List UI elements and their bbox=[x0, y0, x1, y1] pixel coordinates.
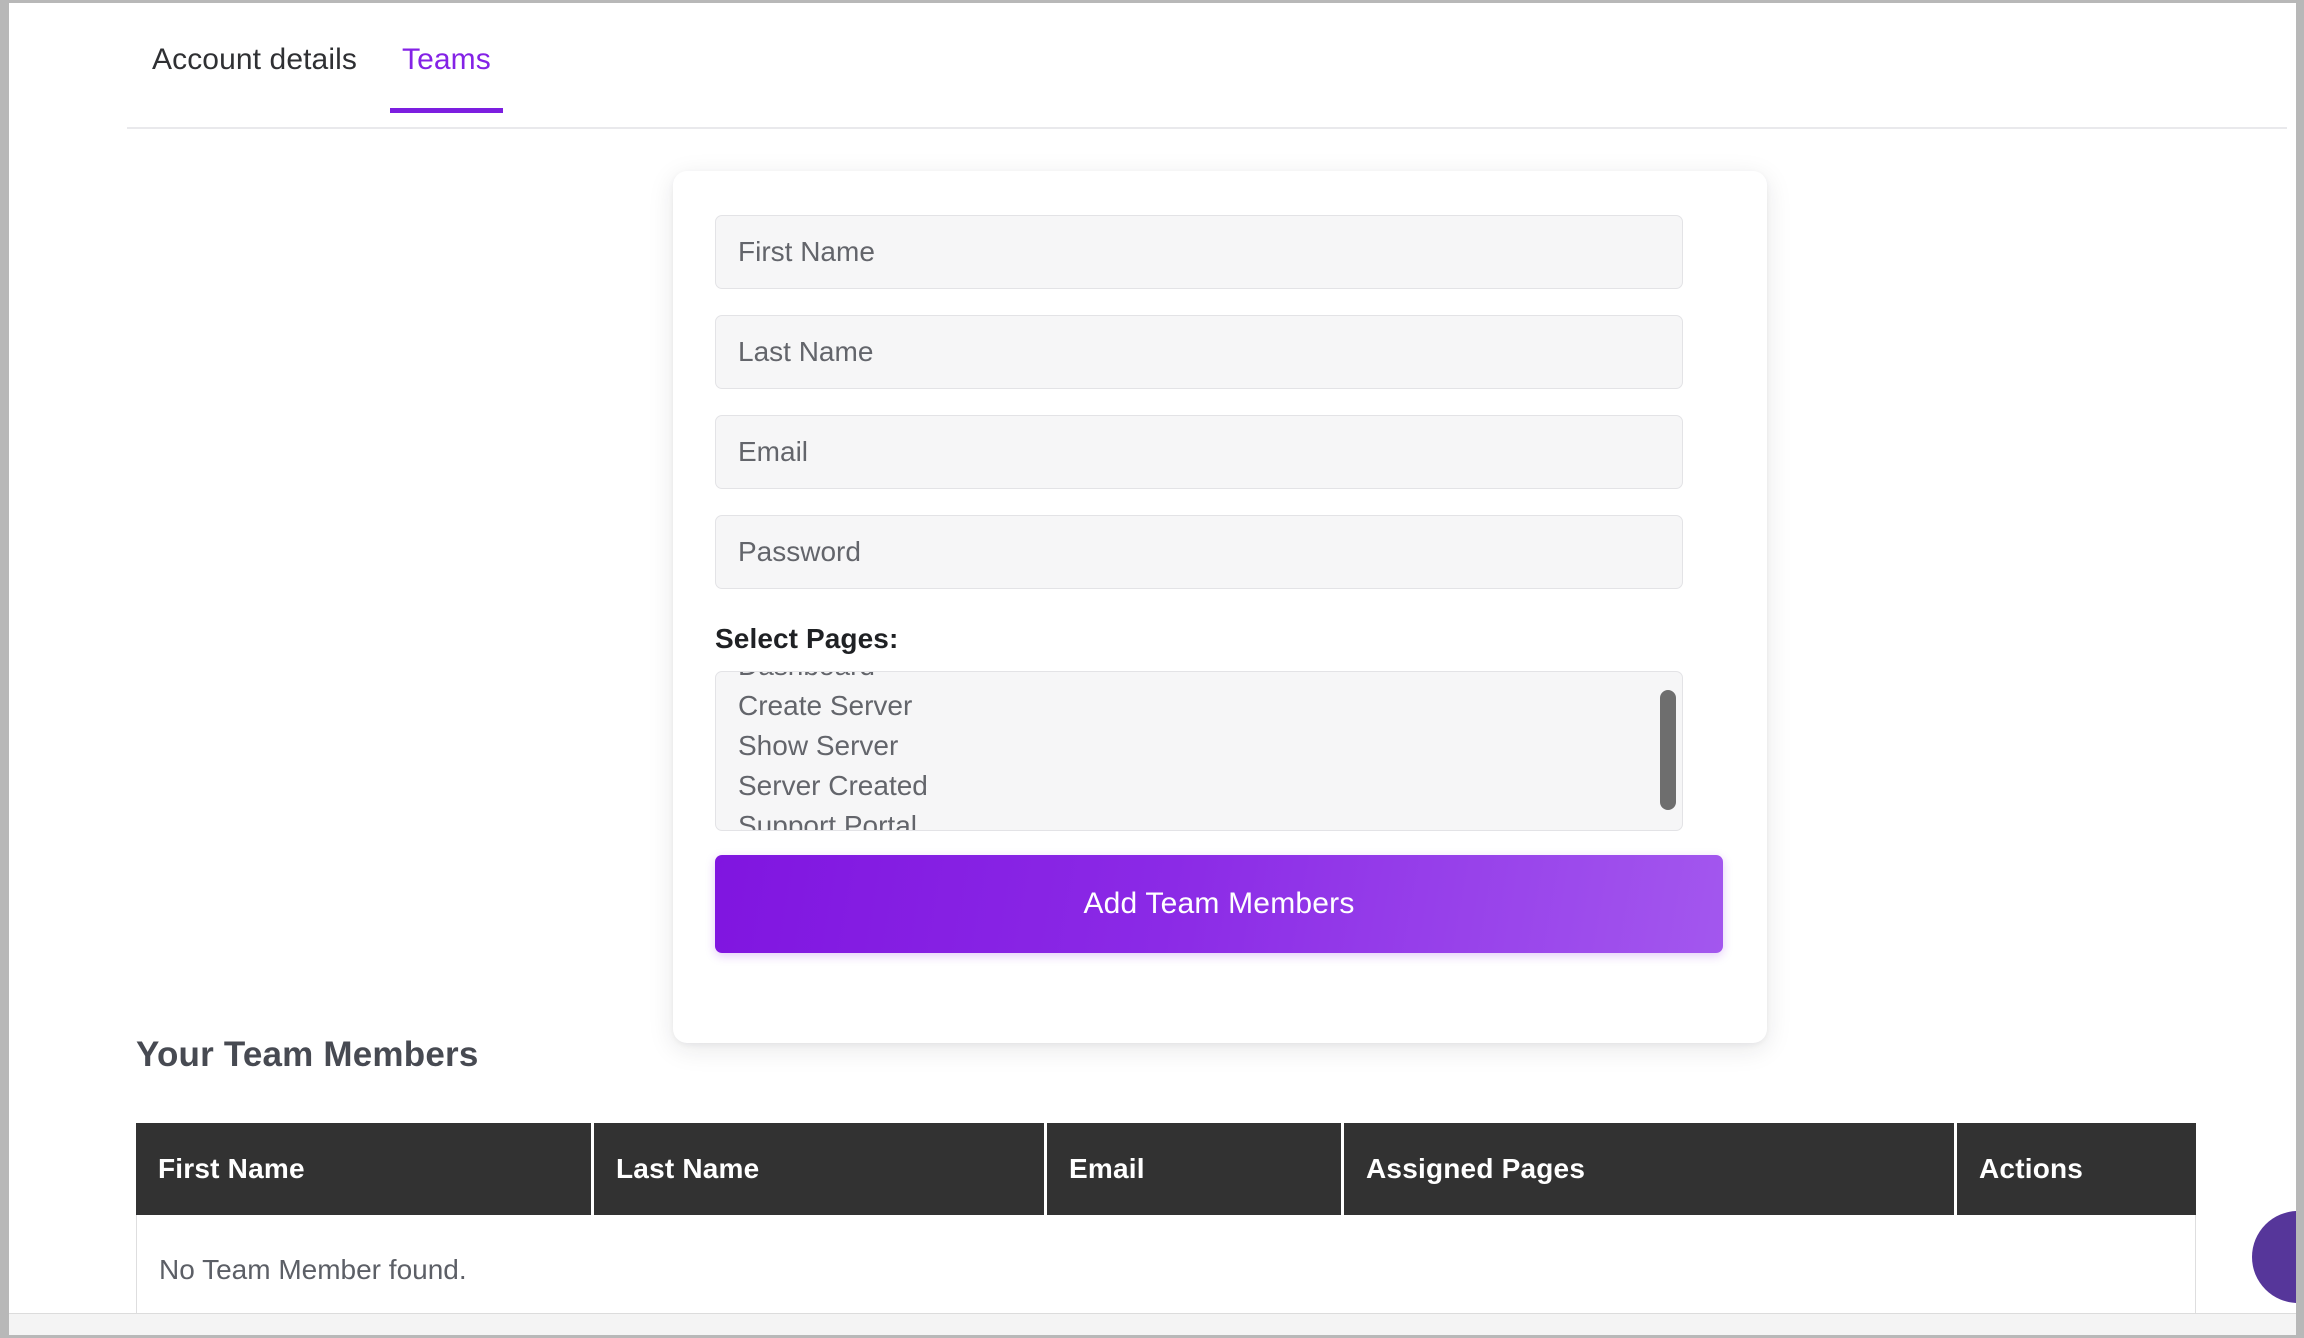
select-pages-scrollbar[interactable] bbox=[1660, 676, 1676, 828]
tab-teams[interactable]: Teams bbox=[390, 43, 503, 113]
last-name-input[interactable]: Last Name bbox=[715, 315, 1683, 389]
column-header-assigned-pages: Assigned Pages bbox=[1344, 1123, 1957, 1215]
tab-bar: Account details Teams bbox=[9, 3, 2296, 129]
email-input[interactable]: Email bbox=[715, 415, 1683, 489]
empty-state-message: No Team Member found. bbox=[159, 1253, 467, 1285]
password-input[interactable]: Password bbox=[715, 515, 1683, 589]
select-pages-scrollbar-thumb[interactable] bbox=[1660, 690, 1676, 810]
page-option-create-server[interactable]: Create Server bbox=[716, 686, 1682, 726]
page-option-dashboard[interactable]: Dashboard bbox=[716, 672, 1682, 686]
first-name-input[interactable]: First Name bbox=[715, 215, 1683, 289]
tab-account-details[interactable]: Account details bbox=[152, 43, 357, 113]
select-pages-listbox[interactable]: Dashboard Create Server Show Server Serv… bbox=[715, 671, 1683, 831]
column-header-last-name: Last Name bbox=[594, 1123, 1047, 1215]
table-empty-row: No Team Member found. bbox=[136, 1215, 2196, 1325]
table-header-row: First Name Last Name Email Assigned Page… bbox=[136, 1123, 2196, 1215]
team-members-heading: Your Team Members bbox=[136, 1035, 479, 1074]
team-members-table: First Name Last Name Email Assigned Page… bbox=[136, 1123, 2196, 1325]
column-header-first-name: First Name bbox=[136, 1123, 594, 1215]
add-team-members-button[interactable]: Add Team Members bbox=[715, 855, 1723, 953]
page-option-server-created[interactable]: Server Created bbox=[716, 766, 1682, 806]
page-option-support-portal[interactable]: Support Portal bbox=[716, 806, 1682, 830]
browser-viewport: Account details Teams First Name Last Na… bbox=[9, 3, 2296, 1335]
select-pages-scroll-content: Dashboard Create Server Show Server Serv… bbox=[716, 672, 1682, 830]
tab-bar-divider bbox=[127, 127, 2287, 129]
column-header-email: Email bbox=[1047, 1123, 1344, 1215]
column-header-actions: Actions bbox=[1979, 1153, 2084, 1184]
page-option-show-server[interactable]: Show Server bbox=[716, 726, 1682, 766]
chat-widget-icon[interactable] bbox=[2252, 1211, 2296, 1303]
page-bottom-edge bbox=[9, 1313, 2296, 1335]
add-team-member-card: First Name Last Name Email Password Sele… bbox=[673, 171, 1767, 1043]
select-pages-label: Select Pages: bbox=[715, 623, 899, 654]
